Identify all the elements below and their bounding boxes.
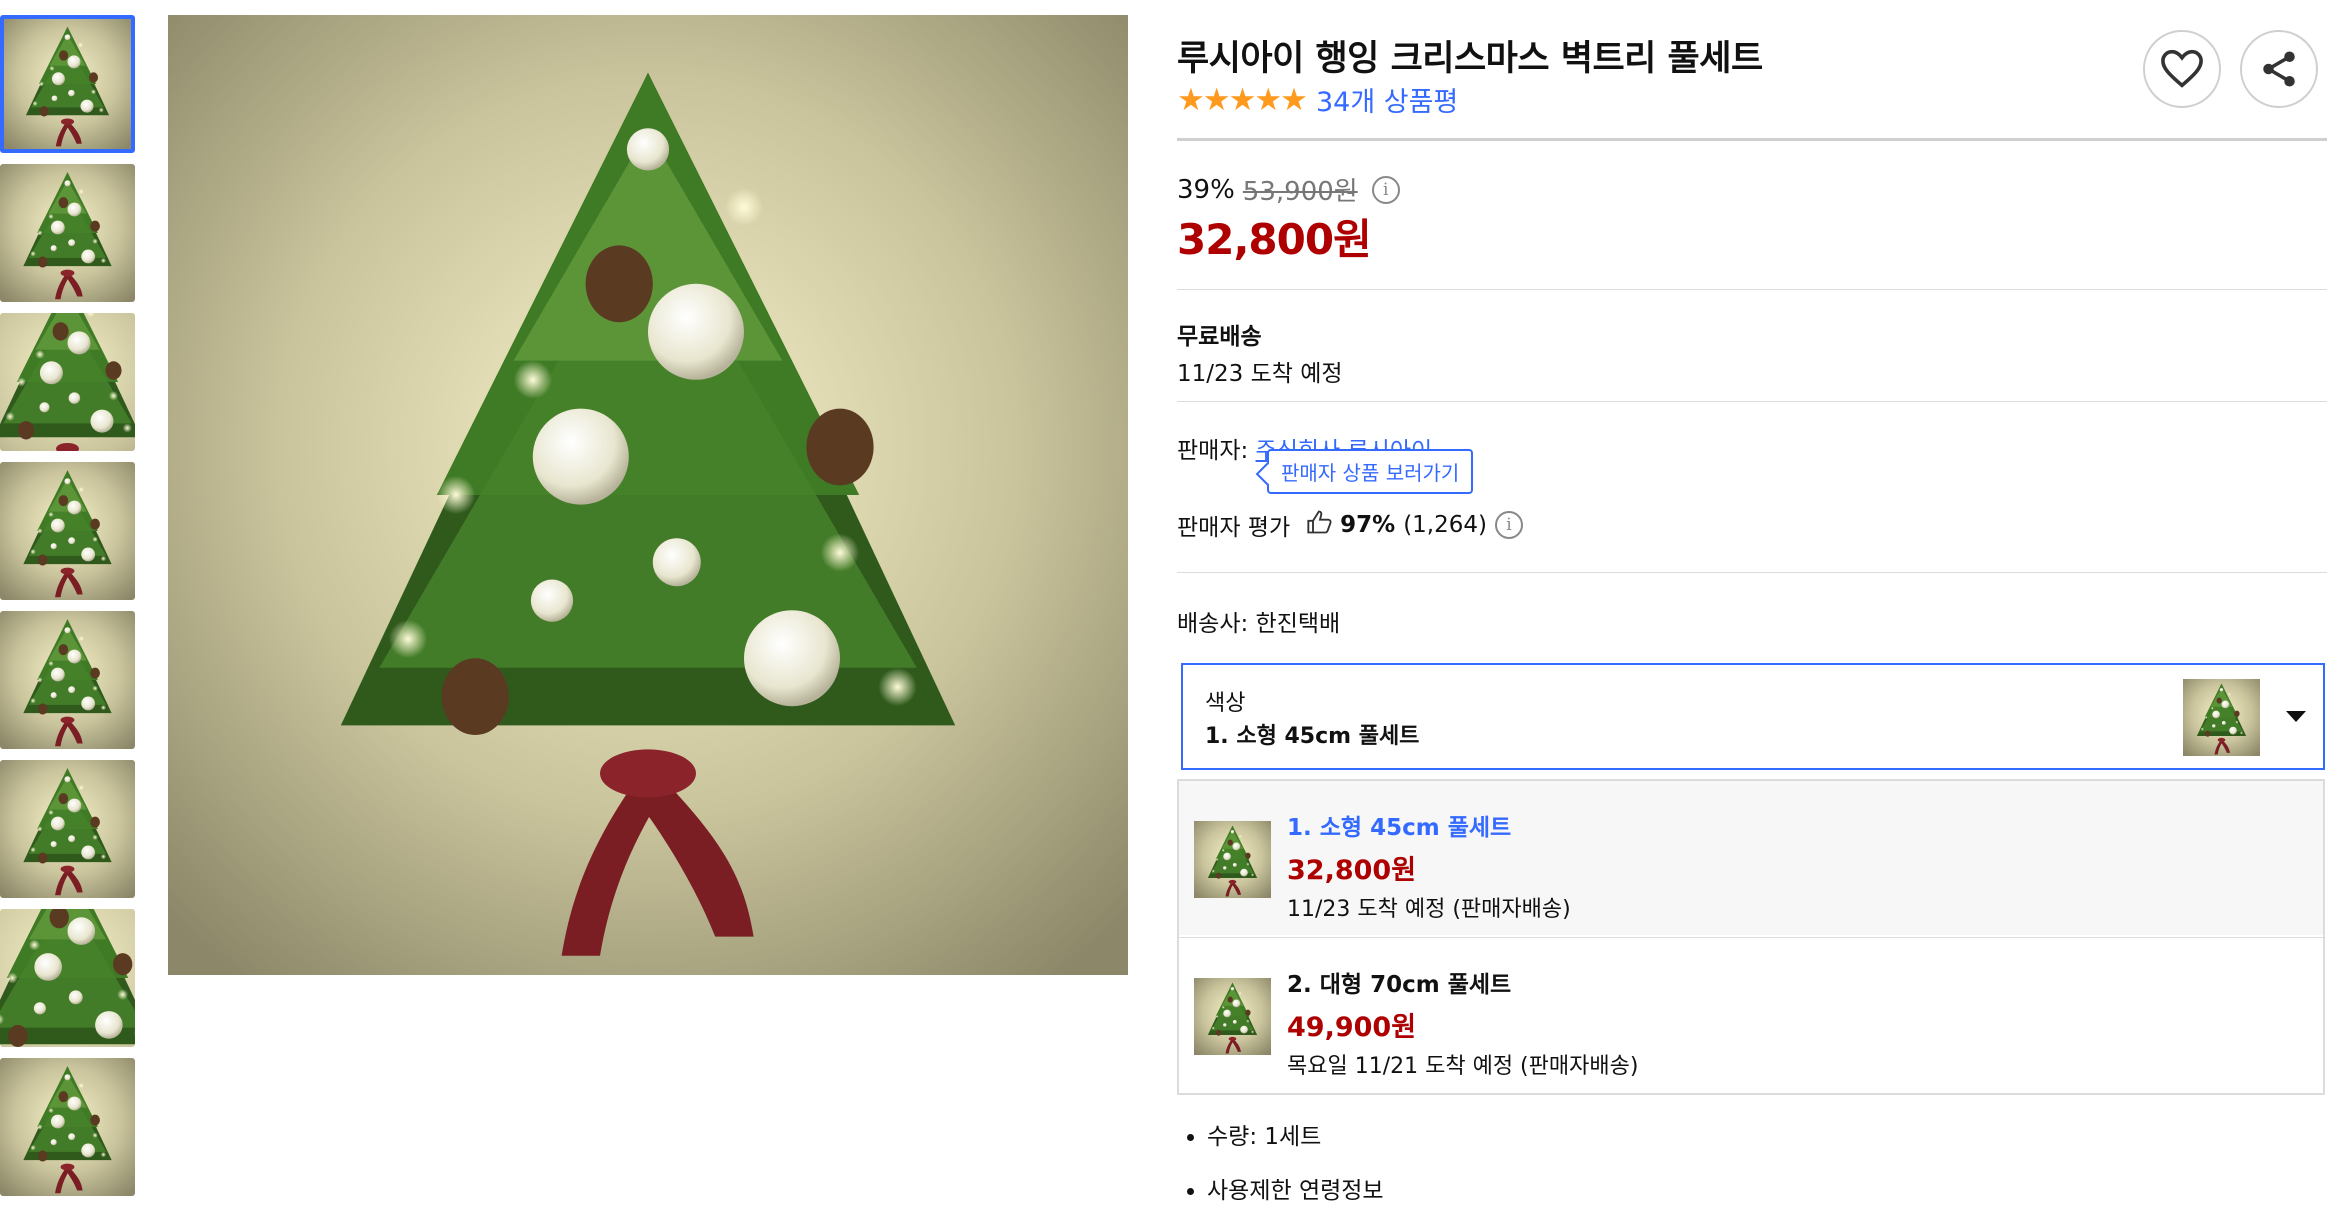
option-item-delivery: 목요일 11/21 도착 예정 (판매자배송) bbox=[1287, 1054, 1639, 1079]
thumbnail-8[interactable] bbox=[0, 1058, 135, 1196]
thumbnail-3[interactable] bbox=[0, 313, 135, 451]
review-count-link[interactable]: 34개 상품평 bbox=[1316, 80, 1458, 119]
seller-rating-percent: 97% bbox=[1340, 512, 1396, 538]
thumbnail-image bbox=[0, 1058, 135, 1196]
option-item-name: 1. 소형 45cm 풀세트 bbox=[1287, 815, 1512, 841]
option-selected-value: 1. 소형 45cm 풀세트 bbox=[1205, 724, 1420, 749]
product-details: 수량: 1세트 사용제한 연령정보 bbox=[1185, 1117, 1384, 1225]
option-item-thumbnail bbox=[1194, 821, 1271, 898]
price-discount-row: 39% 53,900원 i bbox=[1177, 171, 1400, 208]
thumbnail-5[interactable] bbox=[0, 611, 135, 749]
seller-rating-row: 판매자 평가 97% (1,264) i bbox=[1177, 508, 1523, 542]
product-photo bbox=[168, 15, 1128, 975]
option-item-price: 32,800원 bbox=[1287, 855, 1417, 886]
option-dropdown[interactable]: 색상 1. 소형 45cm 풀세트 bbox=[1181, 663, 2325, 770]
option-item-price: 49,900원 bbox=[1287, 1012, 1417, 1043]
thumbs-up-icon bbox=[1306, 509, 1334, 541]
divider bbox=[1177, 289, 2327, 290]
seller-products-tooltip[interactable]: 판매자 상품 보러가기 bbox=[1267, 449, 1474, 494]
option-item-small[interactable]: 1. 소형 45cm 풀세트 32,800원 11/23 도착 예정 (판매자배… bbox=[1179, 781, 2323, 935]
main-product-image[interactable] bbox=[168, 15, 1128, 975]
discount-rate: 39% bbox=[1177, 174, 1235, 205]
thumbnail-image bbox=[0, 760, 135, 898]
share-button[interactable] bbox=[2240, 30, 2318, 108]
divider bbox=[1177, 138, 2327, 141]
divider bbox=[1177, 401, 2327, 402]
option-list: 1. 소형 45cm 풀세트 32,800원 11/23 도착 예정 (판매자배… bbox=[1177, 779, 2325, 1095]
seller-rating-label: 판매자 평가 bbox=[1177, 515, 1291, 541]
thumbnail-image bbox=[0, 462, 135, 600]
thumbnail-image bbox=[0, 164, 135, 302]
chevron-down-icon bbox=[2286, 711, 2306, 722]
original-price: 53,900원 bbox=[1242, 177, 1358, 207]
thumbnail-image bbox=[0, 611, 135, 749]
share-icon bbox=[2263, 51, 2295, 87]
heart-icon bbox=[2161, 49, 2203, 88]
product-info: 루시아이 행잉 크리스마스 벽트리 풀세트 ★★★★★ 34개 상품평 39% … bbox=[1177, 0, 2327, 1204]
option-item-thumbnail bbox=[1194, 978, 1271, 1055]
shipping-title: 무료배송 bbox=[1177, 324, 1262, 350]
detail-item: 수량: 1세트 bbox=[1207, 1117, 1384, 1151]
thumbnail-image bbox=[4, 19, 131, 149]
product-title: 루시아이 행잉 크리스마스 벽트리 풀세트 bbox=[1177, 39, 1763, 79]
option-label: 색상 bbox=[1205, 691, 1246, 716]
detail-item: 사용제한 연령정보 bbox=[1207, 1171, 1384, 1205]
thumbnail-image bbox=[0, 909, 135, 1047]
thumbnail-image bbox=[0, 313, 135, 451]
thumbnail-6[interactable] bbox=[0, 760, 135, 898]
wishlist-button[interactable] bbox=[2143, 30, 2221, 108]
option-item-name: 2. 대형 70cm 풀세트 bbox=[1287, 972, 1512, 998]
info-icon[interactable]: i bbox=[1494, 511, 1523, 539]
option-thumbnail bbox=[2183, 679, 2260, 756]
thumbnail-7[interactable] bbox=[0, 909, 135, 1047]
divider bbox=[1177, 572, 2327, 573]
thumbnail-1[interactable] bbox=[0, 15, 135, 153]
info-icon[interactable]: i bbox=[1371, 175, 1400, 204]
rating-row: ★★★★★ 34개 상품평 bbox=[1177, 80, 1458, 119]
thumbnail-4[interactable] bbox=[0, 462, 135, 600]
shipping-date: 11/23 도착 예정 bbox=[1177, 361, 1343, 387]
option-item-large[interactable]: 2. 대형 70cm 풀세트 49,900원 목요일 11/21 도착 예정 (… bbox=[1179, 937, 2323, 1092]
seller-rating-count: (1,264) bbox=[1403, 512, 1487, 538]
courier-info: 배송사: 한진택배 bbox=[1177, 611, 1341, 637]
seller-label: 판매자: bbox=[1177, 438, 1256, 464]
thumbnail-2[interactable] bbox=[0, 164, 135, 302]
sale-price: 32,800원 bbox=[1177, 215, 1372, 264]
option-item-delivery: 11/23 도착 예정 (판매자배송) bbox=[1287, 897, 1571, 922]
rating-stars: ★★★★★ bbox=[1177, 81, 1308, 118]
